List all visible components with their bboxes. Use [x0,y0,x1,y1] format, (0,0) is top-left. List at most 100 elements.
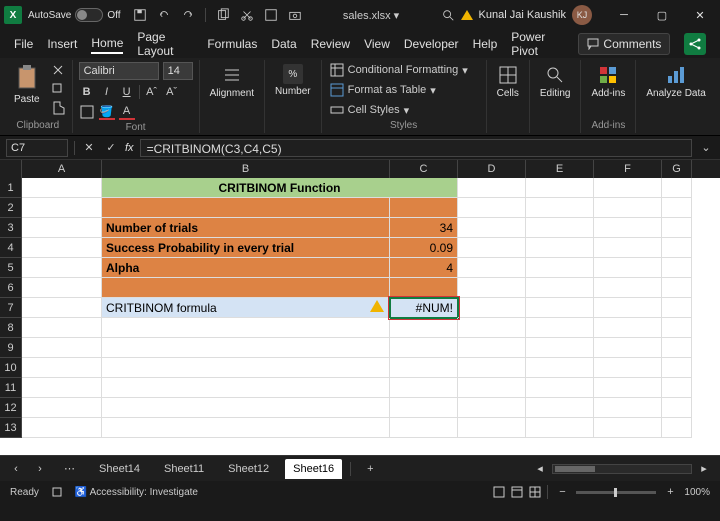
cell[interactable] [458,178,526,198]
cell[interactable] [390,358,458,378]
alignment-button[interactable]: Alignment [206,62,258,101]
expand-formula-icon[interactable]: ⌄ [698,140,714,156]
zoom-thumb[interactable] [614,488,617,497]
comments-button[interactable]: Comments [578,33,670,55]
cell[interactable] [22,238,102,258]
cell[interactable] [594,358,662,378]
fill-color-button[interactable]: 🪣 [99,104,115,120]
col-header-e[interactable]: E [526,160,594,178]
cell[interactable] [102,418,390,438]
underline-button[interactable]: U [119,84,135,100]
tab-developer[interactable]: Developer [404,35,459,53]
cell[interactable] [102,398,390,418]
cell[interactable] [390,398,458,418]
cell[interactable] [22,418,102,438]
tab-help[interactable]: Help [473,35,498,53]
cell[interactable] [22,338,102,358]
editing-button[interactable]: Editing [536,62,575,101]
toggle-icon[interactable] [75,8,103,22]
cell[interactable] [22,398,102,418]
tab-prev-icon[interactable]: ‹ [8,461,24,477]
cell-b1-header[interactable]: CRITBINOM Function [102,178,458,198]
cell[interactable] [594,418,662,438]
row-header[interactable]: 9 [0,338,22,358]
cell[interactable] [390,318,458,338]
cell[interactable] [526,258,594,278]
paste-button[interactable]: Paste [10,62,44,107]
cell[interactable] [458,238,526,258]
cell[interactable] [102,358,390,378]
zoom-level[interactable]: 100% [684,487,710,498]
camera-icon[interactable] [288,8,302,22]
view-normal-icon[interactable] [493,486,505,498]
cell[interactable] [662,338,692,358]
row-header[interactable]: 13 [0,418,22,438]
view-layout-icon[interactable] [511,486,523,498]
cell[interactable] [22,318,102,338]
cell-c7-selected[interactable]: #NUM! [390,298,458,318]
row-header[interactable]: 6 [0,278,22,298]
cell[interactable] [662,218,692,238]
cell-b5[interactable]: Alpha [102,258,390,278]
close-button[interactable]: ✕ [684,3,716,27]
sheet-tab[interactable]: Sheet14 [91,459,148,479]
bold-button[interactable]: B [79,84,95,100]
cell[interactable] [22,178,102,198]
cell[interactable] [390,278,458,298]
cell[interactable] [662,358,692,378]
maximize-button[interactable]: ▢ [646,3,678,27]
cell[interactable] [526,398,594,418]
border-icon[interactable] [264,8,278,22]
formula-input[interactable]: =CRITBINOM(C3,C4,C5) [140,139,692,157]
cell[interactable] [458,298,526,318]
scroll-left-icon[interactable]: ◂ [532,461,548,477]
cell[interactable] [458,338,526,358]
cell[interactable] [526,278,594,298]
font-size-select[interactable]: 14 [163,62,193,80]
cell[interactable] [22,218,102,238]
zoom-slider[interactable] [576,491,656,494]
cell[interactable] [458,318,526,338]
col-header-g[interactable]: G [662,160,692,178]
cell[interactable] [102,278,390,298]
search-icon[interactable] [441,8,455,22]
cell[interactable] [102,198,390,218]
user-account[interactable]: Kunal Jai Kaushik KJ [461,5,592,25]
row-header[interactable]: 3 [0,218,22,238]
tab-formulas[interactable]: Formulas [207,35,257,53]
warning-icon[interactable] [370,300,384,312]
macro-icon[interactable] [51,486,63,498]
borders-icon[interactable] [79,104,95,120]
cell[interactable] [458,398,526,418]
cell[interactable] [526,378,594,398]
tab-next-icon[interactable]: › [32,461,48,477]
cell[interactable] [458,218,526,238]
horizontal-scrollbar[interactable] [552,464,692,474]
cell[interactable] [526,238,594,258]
cell[interactable] [662,298,692,318]
tab-data[interactable]: Data [271,35,296,53]
worksheet[interactable]: A B C D E F G 1CRITBINOM Function 2 3Num… [0,160,720,455]
tab-more[interactable]: ⋯ [56,458,83,479]
tab-file[interactable]: File [14,35,33,53]
cell[interactable] [390,198,458,218]
copy-icon[interactable] [50,81,66,97]
cell[interactable] [458,378,526,398]
cell[interactable] [22,358,102,378]
cell[interactable] [458,418,526,438]
cell-c5[interactable]: 4 [390,258,458,278]
avatar[interactable]: KJ [572,5,592,25]
cell[interactable] [22,298,102,318]
grow-font-button[interactable]: Aˆ [144,84,160,100]
cell[interactable] [662,418,692,438]
cut-icon[interactable] [240,8,254,22]
undo-icon[interactable] [157,8,171,22]
cell[interactable] [594,278,662,298]
cell[interactable] [526,338,594,358]
tab-insert[interactable]: Insert [47,35,77,53]
row-header[interactable]: 4 [0,238,22,258]
row-header[interactable]: 8 [0,318,22,338]
cell[interactable] [526,318,594,338]
row-header[interactable]: 12 [0,398,22,418]
cell[interactable] [594,238,662,258]
